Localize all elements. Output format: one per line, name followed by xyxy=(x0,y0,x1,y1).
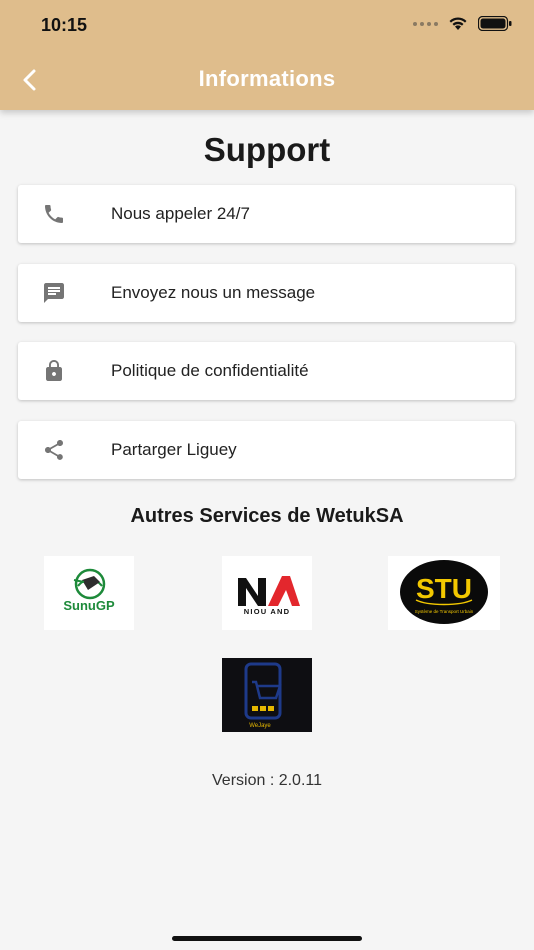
stu-logo-icon: STU Système de Transport Urbain xyxy=(400,560,488,624)
signal-icon xyxy=(413,21,438,26)
wifi-icon xyxy=(449,17,467,30)
app-header: 10:15 Informations xyxy=(0,0,534,110)
call-us-item[interactable]: Nous appeler 24/7 xyxy=(18,185,515,243)
niou-and-logo-icon: NIOU AND xyxy=(238,576,300,616)
battery-icon xyxy=(478,16,512,31)
page-title: Informations xyxy=(198,66,336,91)
share-app-item[interactable]: Partarger Liguey xyxy=(18,421,515,479)
call-us-label: Nous appeler 24/7 xyxy=(111,204,250,223)
sunugp-logo[interactable]: SunuGP xyxy=(44,556,134,630)
app-version: Version : 2.0.11 xyxy=(212,772,322,789)
stu-logo[interactable]: STU Système de Transport Urbain xyxy=(388,556,500,630)
wejaye-logo-text: WeJaye xyxy=(249,723,271,729)
services-title: Autres Services de WetukSA xyxy=(130,505,404,527)
niou-and-logo-text: NIOU AND xyxy=(244,607,290,616)
privacy-policy-label: Politique de confidentialité xyxy=(111,361,309,380)
wejaye-logo-icon: WeJaye xyxy=(244,662,282,729)
support-heading: Support xyxy=(203,131,331,168)
sunugp-logo-text: SunuGP xyxy=(63,598,115,613)
stu-logo-text: STU xyxy=(416,573,472,604)
privacy-policy-item[interactable]: Politique de confidentialité xyxy=(18,342,515,400)
status-icons xyxy=(413,16,512,31)
send-message-item[interactable]: Envoyez nous un message xyxy=(18,264,515,322)
niou-and-logo[interactable]: NIOU AND xyxy=(222,556,312,630)
sunugp-logo-icon: SunuGP xyxy=(63,568,115,613)
wejaye-logo[interactable]: WeJaye xyxy=(222,658,312,732)
share-app-label: Partarger Liguey xyxy=(111,440,237,459)
phone-icon xyxy=(45,205,63,223)
lock-icon xyxy=(46,360,62,381)
share-icon xyxy=(45,440,63,460)
stu-logo-subtext: Système de Transport Urbain xyxy=(415,609,474,614)
home-indicator[interactable] xyxy=(172,936,362,941)
send-message-label: Envoyez nous un message xyxy=(111,283,316,302)
message-icon xyxy=(44,283,64,303)
status-time: 10:15 xyxy=(41,15,88,35)
